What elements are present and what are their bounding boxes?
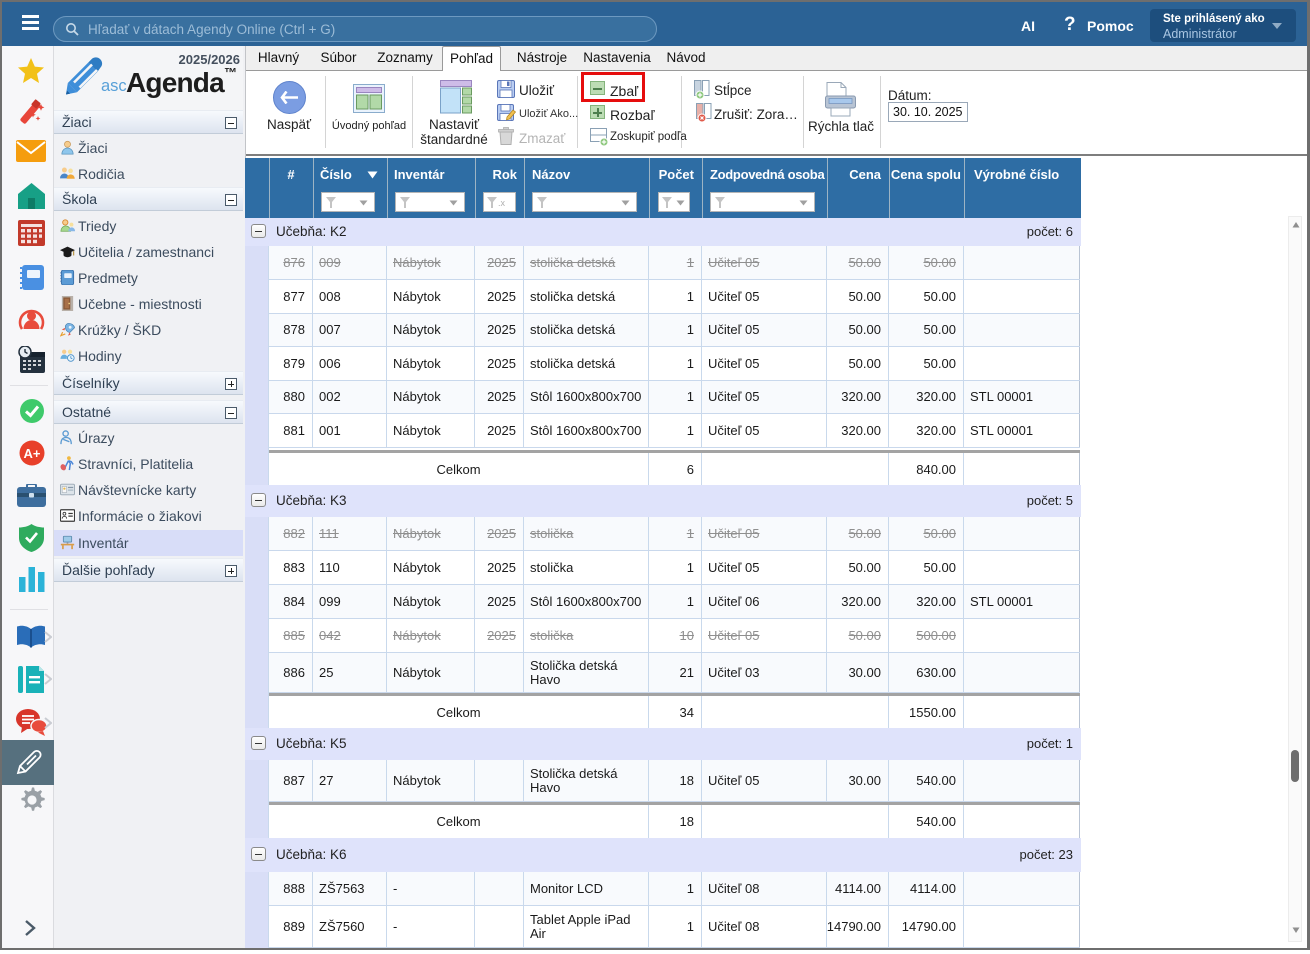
svg-text:A+: A+ bbox=[24, 446, 41, 461]
